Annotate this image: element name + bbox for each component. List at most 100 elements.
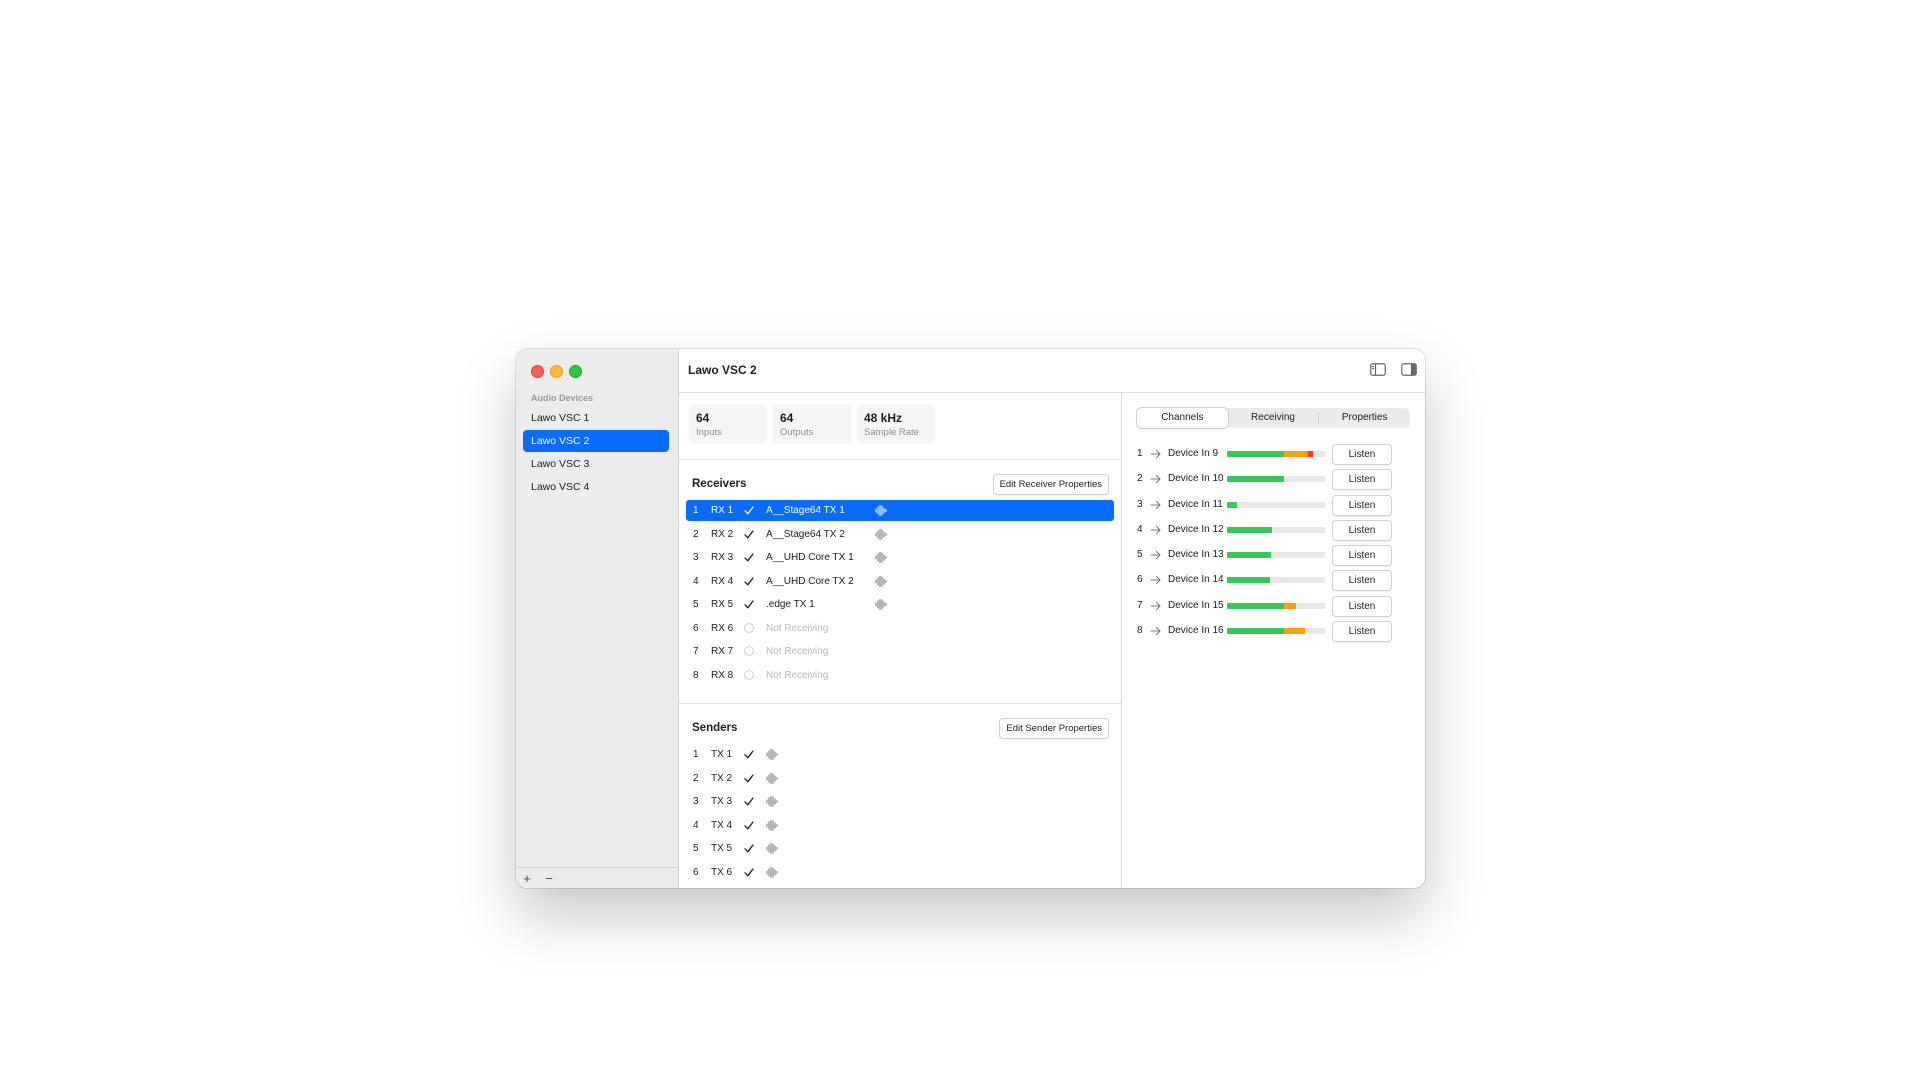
meter-green-segment <box>1227 628 1284 635</box>
channel-name: Device In 15 <box>1168 599 1224 611</box>
edit-receiver-properties-button[interactable]: Edit Receiver Properties <box>992 474 1109 495</box>
remove-device-button[interactable]: − <box>538 871 560 886</box>
channel-row: 5 Device In 13 Listen <box>1137 545 1412 567</box>
sender-row[interactable]: 4 TX 4 <box>686 815 1114 836</box>
waveform-icon <box>766 796 778 807</box>
stat-card: 48 kHz Sample Rate <box>857 404 935 444</box>
row-number: 8 <box>693 669 699 681</box>
listen-button[interactable]: Listen <box>1332 570 1392 592</box>
checkmark-icon <box>743 791 755 812</box>
checkmark-icon <box>743 838 755 859</box>
divider <box>679 459 1121 460</box>
sender-row[interactable]: 3 TX 3 <box>686 791 1114 812</box>
sidebar-item-2[interactable]: Lawo VSC 2 <box>523 430 669 452</box>
meter-orange-segment <box>1283 602 1296 609</box>
sender-row[interactable]: 5 TX 5 <box>686 838 1114 859</box>
stat-value: 64 <box>780 411 794 425</box>
row-number: 3 <box>693 796 699 807</box>
receiver-row[interactable]: 8 RX 8 Not Receiving <box>686 665 1114 686</box>
meter-green-segment <box>1227 577 1271 584</box>
meter-green-segment <box>1227 526 1273 533</box>
sender-name: TX 5 <box>711 843 733 854</box>
row-number: 1 <box>1137 448 1143 459</box>
sender-row[interactable]: 1 TX 1 <box>686 744 1114 765</box>
sidebar-item-1[interactable]: Lawo VSC 1 <box>523 407 669 429</box>
receiver-name: RX 6 <box>711 622 734 634</box>
stat-value: 64 <box>696 411 710 425</box>
receiver-row[interactable]: 6 RX 6 Not Receiving <box>686 618 1114 639</box>
row-number: 2 <box>1137 473 1143 485</box>
sender-name: TX 1 <box>711 749 733 760</box>
level-meter <box>1227 526 1325 533</box>
receiver-name: RX 2 <box>711 528 734 540</box>
stat-label: Outputs <box>780 427 814 438</box>
sender-name: TX 3 <box>711 796 733 807</box>
channel-row: 4 Device In 12 Listen <box>1137 519 1412 541</box>
level-meter <box>1227 602 1325 609</box>
row-number: 6 <box>693 866 699 878</box>
sidebar-left-icon[interactable] <box>1370 363 1386 376</box>
waveform-icon <box>766 772 778 784</box>
stat-card: 64 Inputs <box>689 404 767 444</box>
receiver-row[interactable]: 7 RX 7 Not Receiving <box>686 641 1114 662</box>
listen-button[interactable]: Listen <box>1332 519 1392 541</box>
stat-label: Sample Rate <box>864 427 919 438</box>
edit-sender-properties-button[interactable]: Edit Sender Properties <box>999 718 1109 739</box>
level-meter <box>1227 451 1325 457</box>
row-number: 4 <box>693 819 699 831</box>
tab-receiving[interactable]: Receiving <box>1228 408 1319 428</box>
receiver-row[interactable]: 1 RX 1 A__Stage64 TX 1 <box>686 500 1114 521</box>
sidebar-item-4[interactable]: Lawo VSC 4 <box>523 476 669 498</box>
level-meter <box>1227 577 1325 584</box>
meter-orange-segment <box>1283 451 1309 457</box>
sidebar-item-3[interactable]: Lawo VSC 3 <box>523 453 669 475</box>
waveform-icon <box>766 749 778 760</box>
minimize-window-button[interactable] <box>550 365 563 378</box>
waveform-icon <box>875 528 887 540</box>
channel-name: Device In 13 <box>1168 549 1224 561</box>
receiver-source: A__UHD Core TX 1 <box>766 552 854 563</box>
row-number: 4 <box>693 575 699 587</box>
channel-row: 8 Device In 16 Listen <box>1137 621 1412 643</box>
add-device-button[interactable]: + <box>516 871 538 886</box>
listen-button[interactable]: Listen <box>1332 545 1392 567</box>
waveform-icon <box>766 819 778 831</box>
app-window: Audio Devices Lawo VSC 1 Lawo VSC 2 Lawo V… <box>516 349 1425 888</box>
waveform-icon <box>875 552 887 563</box>
tab-channels[interactable]: Channels <box>1137 408 1228 428</box>
sender-name: TX 2 <box>711 772 733 784</box>
inspector-pane: Channels Receiving Properties 1 Device In 9… <box>1122 393 1425 888</box>
receiver-row[interactable]: 3 RX 3 A__UHD Core TX 1 <box>686 547 1114 568</box>
arrow-right-icon <box>1150 576 1161 585</box>
window-controls <box>531 365 582 378</box>
receiver-row[interactable]: 5 RX 5 .edge TX 1 <box>686 594 1114 615</box>
listen-button[interactable]: Listen <box>1332 444 1392 465</box>
arrow-right-icon <box>1150 601 1161 610</box>
listen-button[interactable]: Listen <box>1332 469 1392 491</box>
channel-row: 3 Device In 11 Listen <box>1137 494 1412 516</box>
listen-button[interactable]: Listen <box>1332 595 1392 617</box>
channel-row: 6 Device In 14 Listen <box>1137 570 1412 592</box>
tab-properties[interactable]: Properties <box>1319 408 1410 428</box>
header: Lawo VSC 2 <box>679 349 1425 393</box>
stat-card: 64 Outputs <box>773 404 851 444</box>
zoom-window-button[interactable] <box>569 365 582 378</box>
sender-name: TX 6 <box>711 866 733 878</box>
receiver-name: RX 1 <box>711 505 734 516</box>
close-window-button[interactable] <box>531 365 544 378</box>
waveform-icon <box>875 599 887 610</box>
receiver-source: Not Receiving <box>766 622 829 634</box>
sidebar-right-icon[interactable] <box>1401 363 1417 376</box>
receiver-row[interactable]: 4 RX 4 A__UHD Core TX 2 <box>686 571 1114 592</box>
row-number: 6 <box>1137 574 1143 586</box>
sender-row[interactable]: 6 TX 6 <box>686 862 1114 883</box>
listen-button[interactable]: Listen <box>1332 621 1392 643</box>
meter-green-segment <box>1227 476 1284 483</box>
sender-row[interactable]: 2 TX 2 <box>686 768 1114 789</box>
stat-label: Inputs <box>696 427 722 438</box>
row-number: 1 <box>693 749 699 760</box>
receiver-row[interactable]: 2 RX 2 A__Stage64 TX 2 <box>686 524 1114 545</box>
listen-button[interactable]: Listen <box>1332 494 1392 516</box>
arrow-right-icon <box>1150 627 1161 636</box>
inspector-tabs: Channels Receiving Properties <box>1137 408 1410 428</box>
